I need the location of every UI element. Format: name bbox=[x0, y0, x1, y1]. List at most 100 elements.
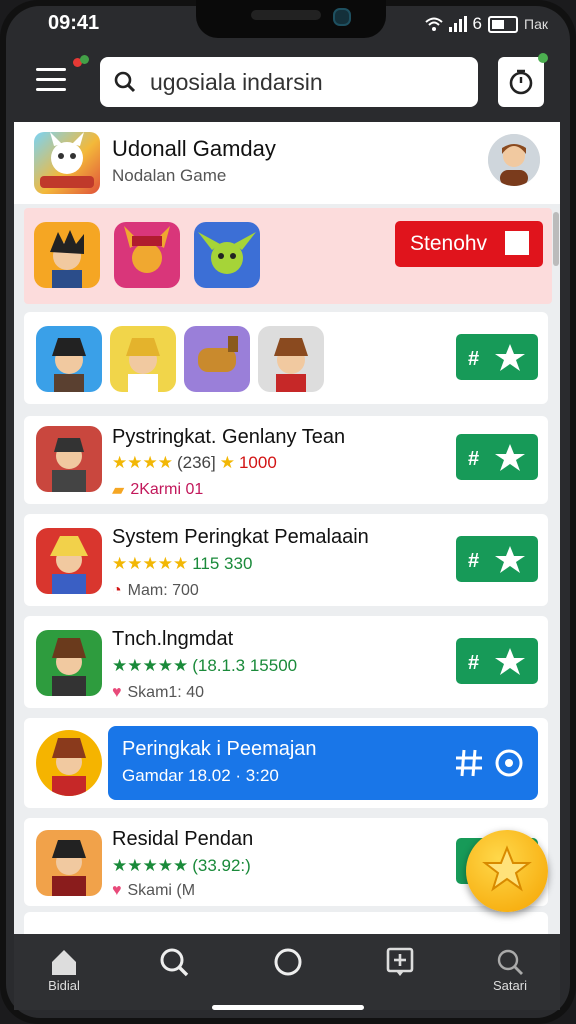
character-thumb[interactable] bbox=[110, 326, 176, 392]
svg-text:#: # bbox=[468, 348, 479, 370]
nav-add[interactable] bbox=[360, 946, 440, 1006]
game-meta: ♥ Skam1: 40 bbox=[112, 684, 204, 701]
star-icon: # bbox=[468, 546, 525, 573]
install-button[interactable]: # bbox=[456, 638, 538, 684]
circle-icon bbox=[274, 948, 302, 976]
app-logo bbox=[34, 132, 100, 194]
wifi-icon bbox=[424, 17, 443, 31]
rating-count: (18.1.3 15500 bbox=[192, 656, 298, 675]
game-title: Residal Pendan bbox=[112, 828, 254, 850]
time-icon: ◔ bbox=[112, 582, 122, 599]
promo-button[interactable]: Stenohv bbox=[395, 221, 543, 267]
nav-search-alt[interactable]: Satari bbox=[470, 946, 550, 1006]
heart-icon: ♥ bbox=[112, 882, 122, 899]
game-meta: ♥ Skami (M bbox=[112, 882, 196, 899]
list-item[interactable]: System Peringkat Pemalaain ★★★★★ 115 330… bbox=[24, 514, 548, 606]
menu-icon bbox=[36, 68, 66, 71]
featured-title: Peringkak i Peemajan bbox=[122, 738, 317, 760]
svg-text:#: # bbox=[468, 550, 479, 572]
main-content: Udonall Gamday Nodalan Game Stenohv # Py… bbox=[14, 122, 560, 934]
game-meta: ▰ 2Karmi 01 bbox=[112, 481, 204, 499]
list-item[interactable] bbox=[24, 912, 548, 934]
nav-search[interactable] bbox=[134, 946, 214, 1006]
rating-count: (236] bbox=[176, 453, 216, 472]
status-bar: 09:41 6 Пак bbox=[0, 0, 576, 50]
menu-button[interactable] bbox=[36, 55, 89, 94]
nav-home-circle[interactable] bbox=[248, 946, 328, 1006]
list-item[interactable]: # bbox=[24, 312, 548, 404]
nav-home[interactable]: Bidial bbox=[24, 946, 104, 1006]
target-icon[interactable] bbox=[494, 748, 524, 778]
list-item[interactable]: Pystringkat. Genlany Tean ★★★★ (236] ★ 1… bbox=[24, 416, 548, 504]
svg-text:#: # bbox=[468, 448, 479, 470]
install-button[interactable]: # bbox=[456, 434, 538, 480]
home-indicator bbox=[212, 1005, 364, 1010]
network-label: Пак bbox=[524, 16, 548, 32]
game-title: Tnch.lngmdat bbox=[112, 628, 234, 650]
favorite-fab[interactable] bbox=[466, 830, 548, 912]
online-dot bbox=[80, 55, 89, 64]
rating: ★★★★ (236] ★ 1000 bbox=[112, 453, 277, 473]
game-icon bbox=[36, 528, 102, 594]
coin-icon: ★ bbox=[219, 453, 235, 472]
rating-count: 115 330 bbox=[192, 554, 253, 573]
character-thumb[interactable] bbox=[194, 222, 260, 288]
promo-button-label: Stenohv bbox=[410, 232, 488, 255]
status-icons: 6 Пак bbox=[424, 14, 548, 34]
speaker-grille bbox=[251, 10, 321, 20]
search-icon bbox=[160, 948, 189, 977]
star-icon: ★★★★★ bbox=[112, 554, 189, 573]
character-thumb[interactable] bbox=[258, 326, 324, 392]
featured-subtitle: Gamdar 18.02 · 3:20 bbox=[122, 766, 279, 785]
timer-button[interactable] bbox=[498, 53, 548, 107]
game-icon bbox=[36, 730, 102, 796]
nav-label: Bidial bbox=[48, 978, 80, 993]
game-icon bbox=[36, 830, 102, 896]
featured-banner[interactable]: Peringkak i Peemajan Gamdar 18.02 · 3:20 bbox=[108, 726, 538, 800]
star-icon: ★★★★★ bbox=[112, 656, 189, 675]
star-icon bbox=[482, 845, 532, 892]
character-thumb[interactable] bbox=[114, 222, 180, 288]
square-icon bbox=[505, 231, 529, 255]
camera-notch bbox=[196, 0, 386, 38]
character-thumb[interactable] bbox=[184, 326, 250, 392]
search-icon bbox=[114, 71, 136, 93]
status-time: 09:41 bbox=[48, 12, 100, 34]
search-icon bbox=[497, 949, 523, 975]
camera-icon bbox=[333, 8, 351, 26]
signal-value: 6 bbox=[472, 14, 483, 33]
character-thumb[interactable] bbox=[36, 326, 102, 392]
install-button[interactable]: # bbox=[456, 334, 538, 380]
star-icon: ★★★★ bbox=[112, 453, 173, 472]
top-bar bbox=[16, 50, 560, 118]
timer-icon bbox=[509, 69, 533, 95]
rating: ★★★★★ (18.1.3 15500 bbox=[112, 656, 297, 676]
scrollbar[interactable] bbox=[553, 212, 559, 266]
install-button[interactable]: # bbox=[456, 536, 538, 582]
rating: ★★★★★ 115 330 bbox=[112, 554, 252, 574]
nav-label: Satari bbox=[493, 978, 527, 993]
add-box-icon bbox=[386, 947, 414, 976]
star-icon: # bbox=[468, 344, 525, 371]
star-icon: # bbox=[468, 648, 525, 675]
rating: ★★★★★ (33.92:) bbox=[112, 856, 251, 876]
svg-text:#: # bbox=[468, 652, 479, 674]
avatar[interactable] bbox=[488, 134, 540, 186]
hash-icon[interactable] bbox=[454, 748, 484, 778]
star-icon: ★★★★★ bbox=[112, 856, 189, 875]
page-subtitle: Nodalan Game bbox=[112, 166, 227, 185]
character-thumb[interactable] bbox=[34, 222, 100, 288]
game-title: Pystringkat. Genlany Tean bbox=[112, 426, 346, 448]
search-input[interactable] bbox=[148, 67, 452, 97]
battery-icon bbox=[488, 15, 519, 33]
gift-icon: ▰ bbox=[112, 482, 125, 499]
heart-icon: ♥ bbox=[112, 684, 122, 701]
search-bar[interactable] bbox=[100, 57, 478, 107]
game-icon bbox=[36, 630, 102, 696]
signal-icon bbox=[448, 16, 467, 32]
page-title: Udonall Gamday bbox=[112, 136, 276, 161]
rating-count: (33.92:) bbox=[192, 856, 251, 875]
promo-band: Stenohv bbox=[24, 208, 552, 304]
list-item[interactable]: Tnch.lngmdat ★★★★★ (18.1.3 15500 ♥ Skam1… bbox=[24, 616, 548, 708]
star-icon: # bbox=[468, 444, 525, 471]
